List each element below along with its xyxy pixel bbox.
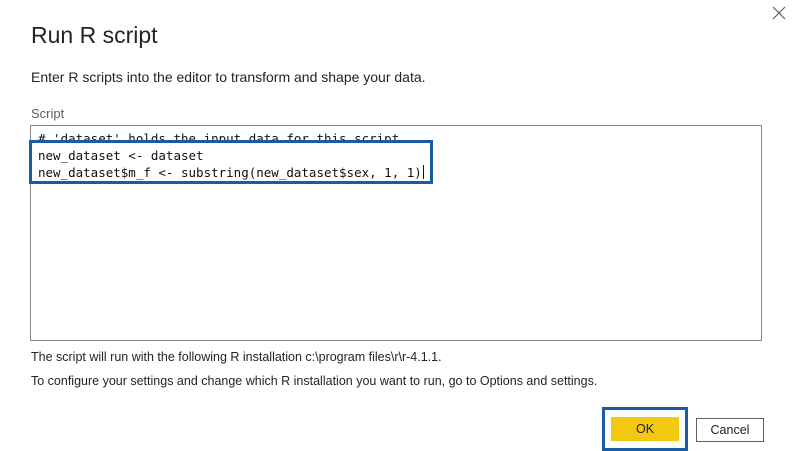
code-line: new_dataset$m_f <- substring(new_dataset… bbox=[38, 164, 424, 181]
code-line-text: new_dataset$m_f <- substring(new_dataset… bbox=[38, 165, 422, 180]
installation-info: The script will run with the following R… bbox=[31, 350, 442, 364]
script-label: Script bbox=[31, 106, 65, 121]
cancel-button[interactable]: Cancel bbox=[696, 418, 764, 442]
configure-info: To configure your settings and change wh… bbox=[31, 374, 598, 388]
close-icon[interactable] bbox=[770, 4, 788, 22]
code-line: new_dataset <- dataset bbox=[38, 148, 204, 163]
dialog-title: Run R script bbox=[31, 22, 158, 48]
script-editor[interactable]: # 'dataset' holds the input data for thi… bbox=[30, 125, 762, 341]
text-caret bbox=[422, 165, 424, 179]
dialog-subtitle: Enter R scripts into the editor to trans… bbox=[31, 69, 426, 85]
run-r-script-dialog: Run R script Enter R scripts into the ed… bbox=[0, 0, 800, 451]
ok-highlight-box: OK bbox=[602, 407, 688, 451]
code-line-comment: # 'dataset' holds the input data for thi… bbox=[38, 131, 400, 146]
ok-button[interactable]: OK bbox=[611, 417, 679, 441]
